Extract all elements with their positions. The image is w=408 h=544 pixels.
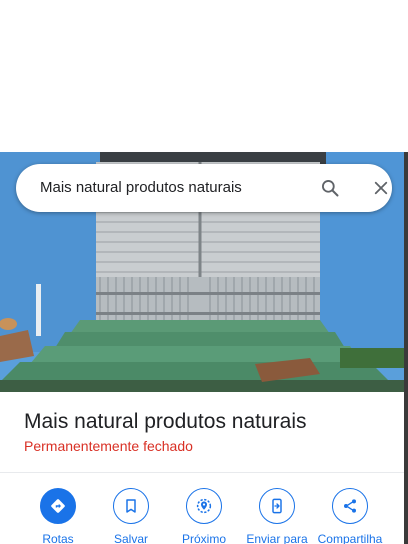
send-to-phone-icon: [259, 488, 295, 524]
share-label: Compartilha: [317, 532, 383, 544]
share-icon: [332, 488, 368, 524]
save-button[interactable]: Salvar: [93, 488, 169, 544]
place-status: Permanentemente fechado: [24, 438, 193, 454]
directions-icon: [40, 488, 76, 524]
send-to-phone-label: Enviar para: [246, 532, 308, 544]
search-input[interactable]: Mais natural produtos naturais: [40, 164, 242, 212]
maps-place-page: Mais natural produtos naturais Mais natu…: [0, 0, 408, 544]
nearby-label: Próximo: [181, 532, 226, 544]
directions-label: Rotas: [42, 532, 74, 544]
share-button[interactable]: Compartilha: [312, 488, 388, 544]
action-buttons-row: Rotas Salvar Próximo Enviar para Compart…: [0, 488, 404, 544]
window-edge: [404, 152, 408, 544]
place-info-panel: Mais natural produtos naturais Permanent…: [0, 392, 404, 544]
directions-button[interactable]: Rotas: [20, 488, 96, 544]
place-title: Mais natural produtos naturais: [24, 410, 307, 433]
nearby-button[interactable]: Próximo: [166, 488, 242, 544]
divider: [0, 472, 404, 473]
send-to-phone-button[interactable]: Enviar para: [239, 488, 315, 544]
bookmark-icon: [113, 488, 149, 524]
save-label: Salvar: [113, 532, 148, 544]
nearby-icon: [186, 488, 222, 524]
search-icon[interactable]: [318, 176, 342, 200]
close-icon[interactable]: [369, 176, 393, 200]
search-bar[interactable]: Mais natural produtos naturais: [16, 164, 392, 212]
